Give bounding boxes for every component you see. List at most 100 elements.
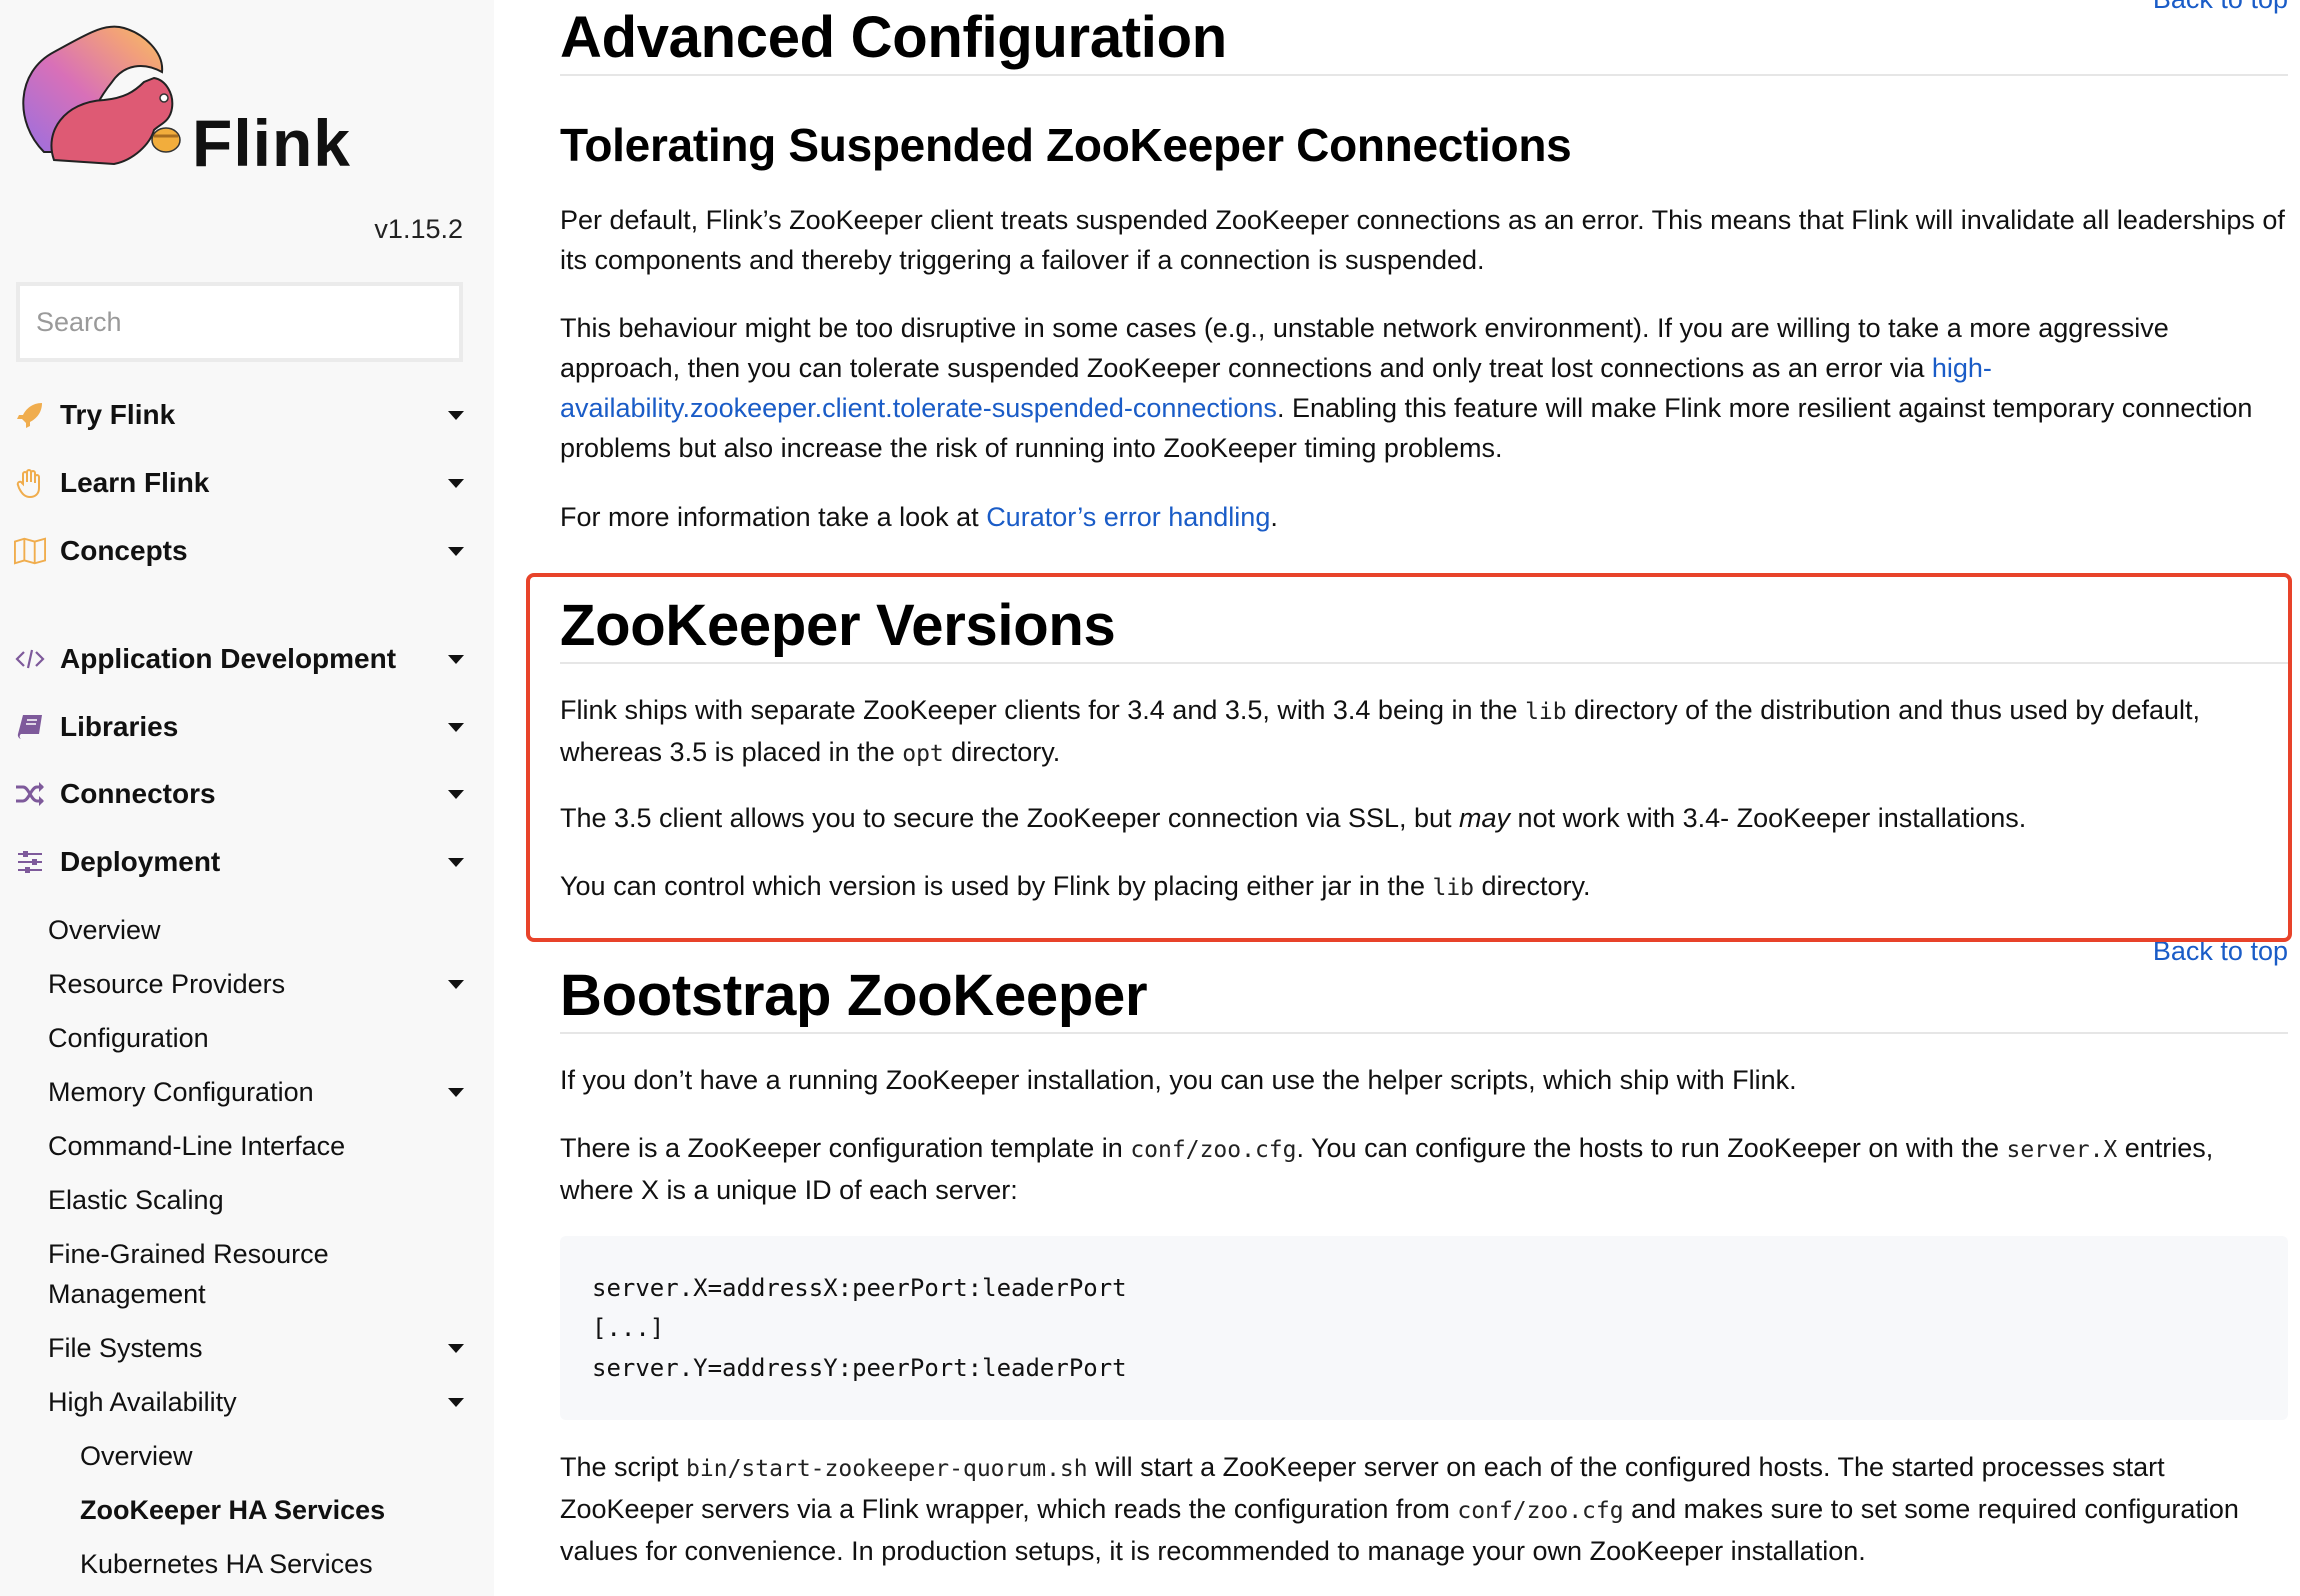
nav-label: File Systems [48, 1333, 203, 1363]
emphasis: may [1459, 803, 1511, 833]
text: For more information take a look at [560, 502, 987, 532]
caret-down-icon[interactable] [448, 790, 464, 799]
nav-label: Fine-Grained Resource Management [48, 1239, 329, 1309]
shuffle-icon [14, 779, 46, 809]
nav-label: High Availability [48, 1387, 237, 1417]
nav-label: ZooKeeper HA Services [80, 1495, 386, 1525]
flink-logo[interactable]: Flink [14, 12, 350, 176]
text: You can control which version is used by… [560, 871, 1433, 901]
nav-high-availability[interactable]: High Availability [48, 1382, 464, 1422]
nav-label: Libraries [60, 711, 179, 742]
nav-label: Memory Configuration [48, 1077, 314, 1107]
map-icon [14, 536, 46, 566]
paragraph: Flink ships with separate ZooKeeper clie… [560, 690, 2288, 774]
caret-down-icon[interactable] [448, 547, 464, 556]
nav-libraries[interactable]: Libraries [14, 707, 464, 747]
hand-icon [14, 468, 46, 498]
curator-error-handling-link[interactable]: Curator’s error handling [986, 502, 1270, 532]
nav-try-flink[interactable]: Try Flink [14, 395, 464, 435]
code-lib: lib [1525, 699, 1567, 725]
code-lib: lib [1432, 875, 1475, 901]
heading-advanced-configuration: Advanced Configuration [560, 4, 2288, 76]
text: Flink ships with separate ZooKeeper clie… [560, 695, 1526, 725]
book-icon [14, 712, 46, 742]
code-line: [...] [592, 1314, 665, 1342]
nav-configuration[interactable]: Configuration [48, 1018, 464, 1058]
nav-zookeeper-ha-services[interactable]: ZooKeeper HA Services [80, 1490, 464, 1530]
text: not work with 3.4- ZooKeeper installatio… [1510, 803, 2027, 833]
paragraph: If you don’t have a running ZooKeeper in… [560, 1065, 1797, 1095]
code-line: server.Y=addressY:peerPort:leaderPort [592, 1354, 1127, 1382]
caret-down-icon[interactable] [448, 655, 464, 664]
nav-memory-configuration[interactable]: Memory Configuration [48, 1072, 464, 1112]
caret-down-icon[interactable] [448, 980, 464, 989]
nav-kubernetes-ha-services[interactable]: Kubernetes HA Services [80, 1544, 464, 1584]
logo-text: Flink [192, 106, 352, 180]
heading-zookeeper-versions: ZooKeeper Versions [560, 592, 2288, 664]
rocket-icon [14, 400, 46, 430]
nav-label: Command-Line Interface [48, 1131, 346, 1161]
heading-tolerating-suspended: Tolerating Suspended ZooKeeper Connectio… [560, 119, 1572, 171]
code-line: server.X=addressX:peerPort:leaderPort [592, 1274, 1127, 1302]
code-server-x: server.X [2006, 1137, 2118, 1163]
squirrel-logo-icon [22, 25, 181, 166]
code-block[interactable]: server.X=addressX:peerPort:leaderPort [..… [560, 1236, 2288, 1420]
paragraph: The 3.5 client allows you to secure the … [560, 798, 2288, 838]
paragraph: For more information take a look at Cura… [560, 497, 2288, 537]
paragraph: This behaviour might be too disruptive i… [560, 308, 2288, 468]
code-conf-zoo-cfg: conf/zoo.cfg [1457, 1498, 1624, 1524]
nav-label: Overview [80, 1441, 193, 1471]
code-opt: opt [902, 741, 944, 767]
nav-resource-providers[interactable]: Resource Providers [48, 964, 464, 1004]
text: . [1270, 502, 1278, 532]
nav-label: Learn Flink [60, 467, 210, 498]
text: directory. [1474, 871, 1591, 901]
nav-learn-flink[interactable]: Learn Flink [14, 463, 464, 503]
heading-bootstrap-zookeeper: Bootstrap ZooKeeper [560, 962, 2288, 1034]
text: . You can configure the hosts to run Zoo… [1296, 1133, 2007, 1163]
search-input[interactable] [16, 282, 463, 362]
text: There is a ZooKeeper configuration templ… [560, 1133, 1131, 1163]
text: This behaviour might be too disruptive i… [560, 313, 2169, 383]
text: The script [560, 1452, 687, 1482]
nav-label: Overview [48, 915, 161, 945]
paragraph: You can control which version is used by… [560, 866, 2288, 908]
code-start-zookeeper-quorum: bin/start-zookeeper-quorum.sh [686, 1456, 1088, 1482]
nav-label: Kubernetes HA Services [80, 1549, 373, 1579]
nav-label: Elastic Scaling [48, 1185, 224, 1215]
nav-ha-overview[interactable]: Overview [80, 1436, 464, 1476]
paragraph: There is a ZooKeeper configuration templ… [560, 1128, 2288, 1210]
code-icon [14, 644, 46, 674]
sidebar: Flink v1.15.2 Try Flink Learn Flink Conc… [0, 0, 494, 1596]
nav-application-development[interactable]: Application Development [14, 639, 464, 679]
nav-label: Resource Providers [48, 969, 286, 999]
nav-label: Try Flink [60, 399, 176, 430]
caret-down-icon[interactable] [448, 479, 464, 488]
sliders-icon [14, 847, 46, 877]
nav-label: Concepts [60, 535, 188, 566]
caret-down-icon[interactable] [448, 1398, 464, 1407]
nav-label: Application Development [60, 643, 397, 674]
code-conf-zoo-cfg: conf/zoo.cfg [1130, 1137, 1297, 1163]
nav-concepts[interactable]: Concepts [14, 531, 464, 571]
nav-connectors[interactable]: Connectors [14, 774, 464, 814]
caret-down-icon[interactable] [448, 723, 464, 732]
nav-command-line-interface[interactable]: Command-Line Interface [48, 1126, 464, 1166]
caret-down-icon[interactable] [448, 1344, 464, 1353]
caret-down-icon[interactable] [448, 411, 464, 420]
nav-deployment-overview[interactable]: Overview [48, 910, 464, 950]
nav-file-systems[interactable]: File Systems [48, 1328, 464, 1368]
version-label: v1.15.2 [374, 214, 463, 244]
paragraph: Per default, Flink’s ZooKeeper client tr… [560, 205, 2285, 275]
nav-label: Deployment [60, 846, 221, 877]
nav-elastic-scaling[interactable]: Elastic Scaling [48, 1180, 464, 1220]
nav-deployment[interactable]: Deployment [14, 842, 464, 882]
text: directory. [943, 737, 1061, 767]
nav-fine-grained-resource-management[interactable]: Fine-Grained Resource Management [48, 1234, 368, 1314]
nav-label: Configuration [48, 1023, 209, 1053]
caret-down-icon[interactable] [448, 858, 464, 867]
paragraph: The script bin/start-zookeeper-quorum.sh… [560, 1447, 2288, 1571]
text: The 3.5 client allows you to secure the … [560, 803, 1460, 833]
caret-down-icon[interactable] [448, 1088, 464, 1097]
nav-label: Connectors [60, 778, 216, 809]
